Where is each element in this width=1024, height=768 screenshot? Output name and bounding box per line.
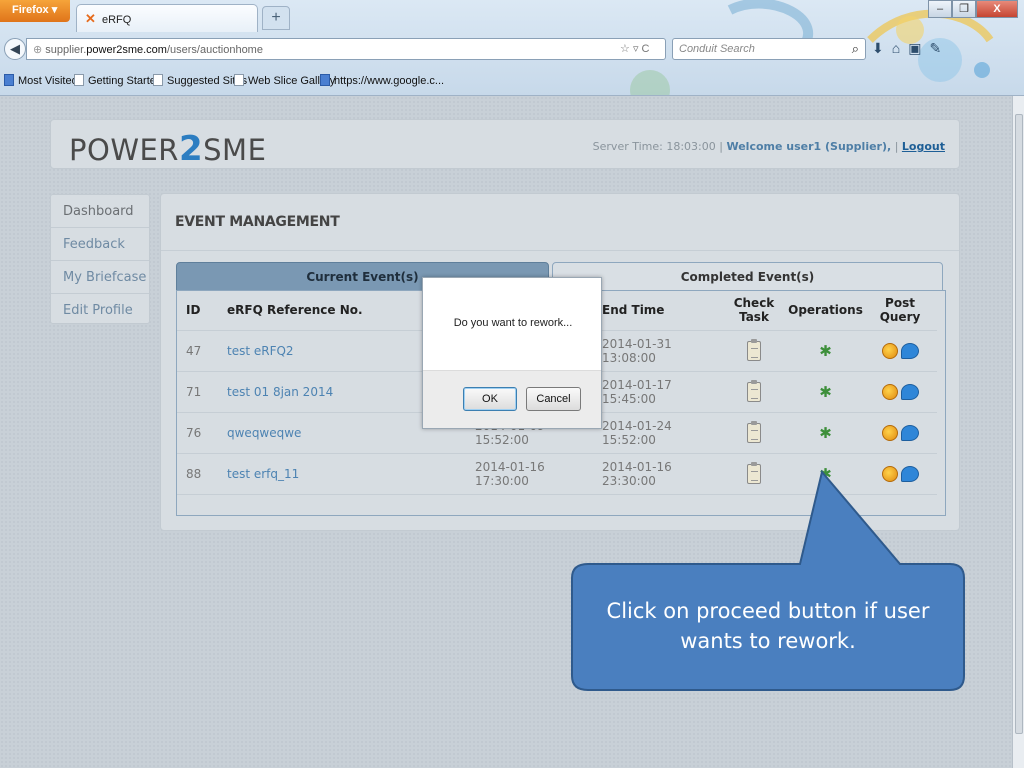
column-header-end-time: End Time (593, 291, 720, 331)
event-id: 71 (177, 371, 218, 413)
logout-link[interactable]: Logout (902, 140, 945, 153)
divider (161, 250, 959, 251)
bookmark-icon (4, 74, 14, 86)
column-header-id: ID (177, 291, 218, 331)
sidebar-item-edit-profile[interactable]: Edit Profile (51, 294, 149, 327)
bookmark-most-visited[interactable]: Most Visited (4, 74, 78, 87)
column-header-post-query: Post Query (863, 291, 937, 331)
dropdown-arrow-icon[interactable]: ▿ (633, 43, 639, 55)
sidebar-item-my-briefcase[interactable]: My Briefcase (51, 261, 149, 294)
gear-icon[interactable]: ✱ (819, 424, 832, 442)
callout-text: Click on proceed button if user wants to… (606, 599, 930, 653)
new-tab-button[interactable]: + (262, 6, 290, 30)
chat-icon[interactable] (900, 424, 919, 441)
google-icon (320, 74, 330, 86)
firefox-menu-button[interactable]: Firefox ▾ (0, 0, 70, 22)
bookmark-suggested-sites[interactable]: Suggested Sites (153, 74, 247, 87)
event-end-time: 2014-01-31 13:08:00 (593, 330, 720, 372)
event-id: 76 (177, 412, 218, 454)
cancel-button[interactable]: Cancel (526, 387, 581, 411)
dialog-footer: OK Cancel (423, 370, 601, 428)
search-bar[interactable]: Conduit Search ⌕ (672, 38, 866, 60)
gear-icon[interactable]: ✱ (819, 383, 832, 401)
bookmark-google[interactable]: https://www.google.c... (320, 74, 444, 87)
event-end-time: 2014-01-24 15:52:00 (593, 412, 720, 454)
query-face-icon[interactable] (881, 424, 898, 441)
download-icon[interactable]: ⬇ (872, 40, 892, 56)
bookmark-star-icon[interactable]: ☆ (620, 43, 630, 55)
section-title: EVENT MANAGEMENT (175, 214, 340, 230)
home-icon[interactable]: ⌂ (892, 40, 908, 56)
globe-icon: ⊕ (33, 44, 43, 56)
site-header: POWER2SME Server Time: 18:03:00 | Welcom… (50, 119, 960, 169)
bookmark-getting-started[interactable]: Getting Started (74, 74, 162, 87)
addon-icon[interactable]: ▣ (908, 40, 929, 56)
chat-icon[interactable] (900, 383, 919, 400)
extension-icon[interactable]: ✎ (929, 40, 949, 56)
query-face-icon[interactable] (881, 383, 898, 400)
server-time: Server Time: 18:03:00 | (592, 140, 723, 153)
browser-chrome: Firefox ▾ ✕ eRFQ + – ❐ X ◀ ⊕ supplier.po… (0, 0, 1024, 96)
clipboard-icon[interactable] (747, 379, 761, 402)
bookmark-icon (74, 74, 84, 86)
gear-icon[interactable]: ✱ (819, 342, 832, 360)
vertical-scrollbar[interactable] (1012, 96, 1024, 768)
dialog-message: Do you want to rework... (453, 317, 573, 329)
erfq-favicon: ✕ (85, 11, 96, 26)
bookmarks-bar: Most Visited Getting Started Suggested S… (0, 70, 1024, 92)
minimize-button[interactable]: – (928, 0, 952, 18)
sidebar: Dashboard Feedback My Briefcase Edit Pro… (50, 194, 150, 324)
address-bar[interactable]: ⊕ supplier.power2sme.com/users/auctionho… (26, 38, 666, 60)
browser-tab[interactable]: ✕ eRFQ (76, 4, 258, 32)
clipboard-icon[interactable] (747, 420, 761, 443)
event-id: 47 (177, 330, 218, 372)
event-end-time: 2014-01-17 15:45:00 (593, 371, 720, 413)
reload-icon[interactable]: C (642, 43, 650, 55)
tab-completed-events[interactable]: Completed Event(s) (552, 262, 943, 291)
search-icon[interactable]: ⌕ (852, 41, 859, 57)
ok-button[interactable]: OK (463, 387, 517, 411)
maximize-button[interactable]: ❐ (952, 0, 976, 18)
bookmark-icon (153, 74, 163, 86)
window-controls: – ❐ X (928, 0, 1018, 18)
column-header-operations: Operations (788, 291, 863, 331)
close-button[interactable]: X (976, 0, 1018, 18)
url-tools: ☆ ▿ C (620, 42, 649, 55)
query-face-icon[interactable] (881, 342, 898, 359)
scrollbar-thumb[interactable] (1015, 114, 1023, 734)
welcome-text: Welcome user1 (Supplier), (726, 140, 892, 153)
event-id: 88 (177, 453, 218, 495)
annotation-callout (571, 470, 965, 691)
clipboard-icon[interactable] (747, 338, 761, 361)
column-header-check-task: Check Task (720, 291, 788, 331)
event-reference-link[interactable]: test erfq_11 (218, 453, 466, 495)
sidebar-item-feedback[interactable]: Feedback (51, 228, 149, 261)
toolbar-icons: ⬇⌂▣✎ (872, 40, 949, 57)
bookmark-icon (234, 74, 244, 86)
power2sme-logo[interactable]: POWER2SME (69, 129, 266, 169)
navigation-bar: ◀ ⊕ supplier.power2sme.com/users/auction… (0, 35, 1024, 63)
rework-confirm-dialog: Do you want to rework... OK Cancel (422, 277, 602, 429)
server-info: Server Time: 18:03:00 | Welcome user1 (S… (592, 140, 945, 153)
sidebar-item-dashboard[interactable]: Dashboard (51, 195, 149, 228)
back-button[interactable]: ◀ (4, 38, 26, 60)
chat-icon[interactable] (900, 342, 919, 359)
tab-title: eRFQ (101, 14, 132, 26)
